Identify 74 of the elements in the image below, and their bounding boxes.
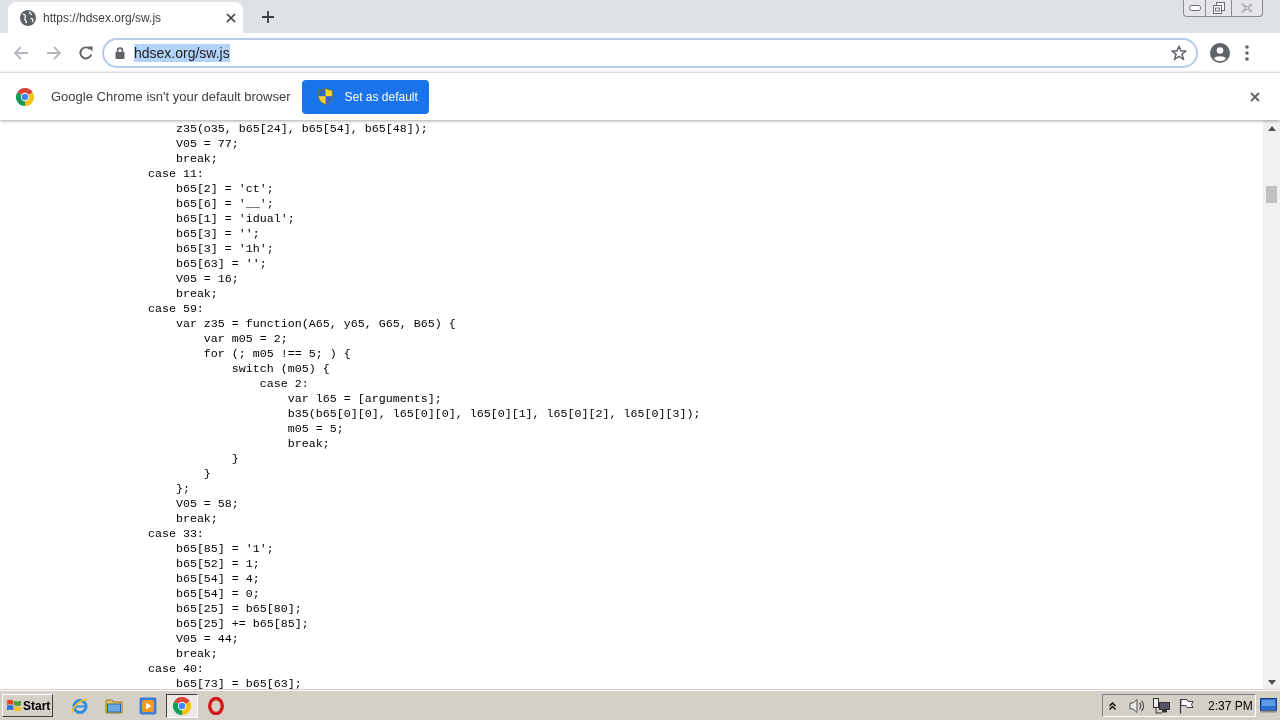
flag-icon[interactable] <box>1179 697 1194 714</box>
orbit-e-icon <box>71 696 89 715</box>
code-line: break; <box>175 287 218 301</box>
code-line: b65[54] = 0; <box>175 587 260 601</box>
globe-icon <box>20 9 36 26</box>
code-line: case 2: <box>259 377 309 391</box>
code-line: b65[3] = ''; <box>175 227 260 241</box>
restore-icon <box>1212 2 1225 14</box>
url-text: hdsex.org/sw.js <box>134 43 230 62</box>
scroll-up-arrow-icon[interactable] <box>1267 126 1276 131</box>
code-line: b65[1] = 'idual'; <box>175 212 295 226</box>
network-icon[interactable] <box>1153 697 1170 714</box>
code-line: b65[54] = 4; <box>175 572 260 586</box>
scrollbar-thumb[interactable] <box>1266 186 1277 203</box>
code-line: b65[3] = '1h'; <box>175 242 274 256</box>
close-icon <box>1241 3 1253 13</box>
code-line: case 11: <box>147 167 204 181</box>
speaker-icon[interactable] <box>1129 697 1146 714</box>
code-line: V05 = 16; <box>175 272 239 286</box>
address-bar[interactable]: hdsex.org/sw.js <box>102 37 1198 68</box>
infobar-message: Google Chrome isn't your default browser <box>51 87 291 106</box>
code-line: b65[25] += b65[85]; <box>175 617 309 631</box>
code-line: case 40: <box>147 662 204 676</box>
code-line: for (; m05 !== 5; ) { <box>203 347 351 361</box>
code-line: b65[63] = ''; <box>175 257 267 271</box>
code-line: m05 = 5; <box>287 422 344 436</box>
code-line: b35(b65[0][0], l65[0][0], l65[0][1], l65[0][2], l65[0][3]); <box>287 407 701 421</box>
code-line: break; <box>175 647 218 661</box>
code-line: break; <box>175 512 218 526</box>
close-icon[interactable] <box>1250 91 1260 102</box>
o-ring-icon <box>208 696 224 715</box>
windows-flag-icon <box>6 698 22 713</box>
clock[interactable]: 2:37 PM <box>1208 696 1253 715</box>
code-line: b65[6] = '__'; <box>175 197 274 211</box>
scroll-down-arrow-icon[interactable] <box>1267 680 1276 685</box>
lock-icon <box>115 46 125 59</box>
start-button[interactable]: Start <box>2 694 53 717</box>
profile-avatar-icon[interactable] <box>1210 42 1230 63</box>
code-line: break; <box>175 152 218 166</box>
shield-icon <box>318 88 334 105</box>
code-line: }; <box>175 482 190 496</box>
code-line: } <box>203 467 211 481</box>
chrome-logo-icon <box>16 87 34 106</box>
code-line: var m05 = 2; <box>203 332 288 346</box>
code-line: V05 = 77; <box>175 137 239 151</box>
menu-icon[interactable] <box>1245 44 1249 61</box>
show-desktop-icon[interactable] <box>1260 698 1277 713</box>
code-line: case 33: <box>147 527 204 541</box>
plus-icon[interactable] <box>261 9 275 24</box>
folder-icon <box>105 697 123 714</box>
play-tile-icon <box>139 696 157 715</box>
minimize-icon <box>1188 5 1201 11</box>
close-icon[interactable] <box>226 12 236 23</box>
code-line: var z35 = function(A65, y65, G65, B65) { <box>175 317 456 331</box>
browser-tab[interactable]: https://hdsex.org/sw.js <box>8 2 243 33</box>
code-line: b65[2] = 'ct'; <box>175 182 274 196</box>
chrome-logo-icon <box>173 696 191 715</box>
taskbar-app-button[interactable] <box>166 693 198 718</box>
code-line: switch (m05) { <box>231 362 330 376</box>
code-line: b65[73] = b65[63]; <box>175 677 302 690</box>
code-line: b65[85] = '1'; <box>175 542 274 556</box>
code-line: } <box>231 452 239 466</box>
code-line: break; <box>287 437 330 451</box>
code-line: V05 = 58; <box>175 497 239 511</box>
code-line: case 59: <box>147 302 204 316</box>
code-line: var l65 = [arguments]; <box>287 392 442 406</box>
code-line: z35(o35, b65[24], b65[54], b65[48]); <box>175 122 428 136</box>
code-line: b65[25] = b65[80]; <box>175 602 302 616</box>
chevron-up-icon[interactable] <box>1109 701 1116 710</box>
reload-icon[interactable] <box>78 44 94 61</box>
code-line: b65[52] = 1; <box>175 557 260 571</box>
code-line: V05 = 44; <box>175 632 239 646</box>
star-icon[interactable] <box>1171 44 1187 61</box>
set-as-default-button[interactable]: Set as default <box>302 79 430 114</box>
